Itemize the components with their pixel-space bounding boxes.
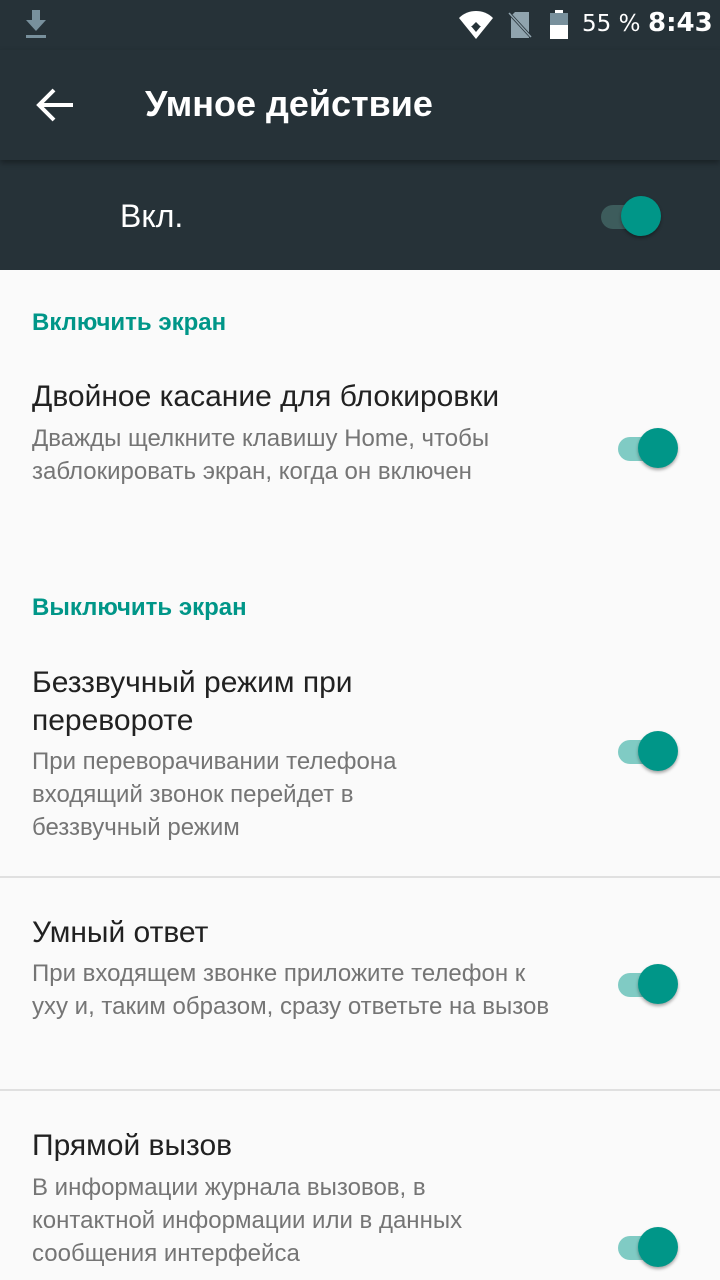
section-header-screen-on: Включить экран bbox=[32, 309, 227, 336]
switch-thumb bbox=[638, 1227, 678, 1267]
app-bar: Умное действие bbox=[0, 50, 720, 160]
switch-thumb bbox=[621, 196, 661, 236]
master-switch-label: Вкл. bbox=[120, 198, 184, 234]
master-switch[interactable] bbox=[597, 193, 665, 237]
item-desc-direct-call: В информации журнала вызовов, в контактн… bbox=[32, 1174, 463, 1267]
download-icon bbox=[24, 10, 48, 44]
page-title: Умное действие bbox=[145, 83, 433, 124]
item-desc-flip-silent: При переворачивании телефона входящий зв… bbox=[32, 748, 397, 841]
switch-thumb bbox=[638, 964, 678, 1004]
switch-double-tap[interactable] bbox=[614, 425, 682, 469]
item-title-double-tap: Двойное касание для блокировки bbox=[32, 380, 500, 413]
battery-percent: 55 % bbox=[582, 11, 641, 37]
switch-direct-call[interactable] bbox=[614, 1224, 682, 1268]
item-title-flip-silent: Беззвучный режим при перевороте bbox=[32, 666, 353, 737]
divider bbox=[0, 1089, 720, 1091]
status-bar: 55 % 8:43 bbox=[0, 0, 720, 50]
divider bbox=[0, 876, 720, 878]
switch-flip-silent[interactable] bbox=[614, 728, 682, 772]
no-sim-icon bbox=[506, 10, 534, 43]
item-desc-double-tap: Дважды щелкните клавишу Home, чтобы забл… bbox=[32, 425, 490, 485]
switch-thumb bbox=[638, 428, 678, 468]
clock: 8:43 bbox=[648, 8, 713, 38]
item-title-smart-answer: Умный ответ bbox=[32, 916, 209, 949]
item-desc-smart-answer: При входящем звонке приложите телефон к … bbox=[32, 960, 550, 1020]
battery-icon bbox=[549, 10, 569, 44]
item-title-direct-call: Прямой вызов bbox=[32, 1129, 233, 1162]
section-header-screen-off: Выключить экран bbox=[32, 594, 247, 621]
switch-thumb bbox=[638, 731, 678, 771]
wifi-icon bbox=[458, 10, 494, 44]
back-arrow-icon[interactable] bbox=[36, 87, 76, 123]
switch-smart-answer[interactable] bbox=[614, 961, 682, 1005]
